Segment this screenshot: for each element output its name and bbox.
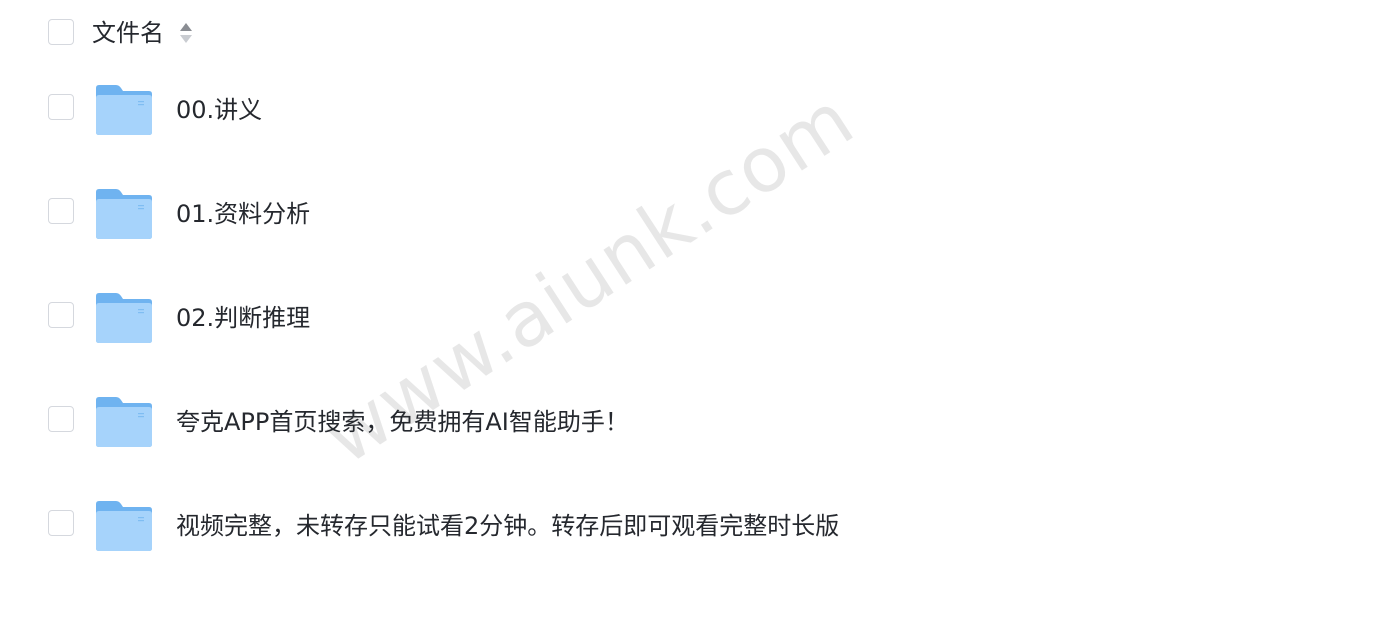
folder-name[interactable]: 00.讲义 (176, 92, 262, 128)
folder-icon (94, 82, 154, 138)
folder-name[interactable]: 夸克APP首页搜索，免费拥有AI智能助手！ (176, 404, 629, 440)
folder-row[interactable]: 01.资料分析 (0, 164, 1384, 268)
folder-row[interactable]: 视频完整，未转存只能试看2分钟。转存后即可观看完整时长版 (0, 476, 1384, 580)
folder-name[interactable]: 01.资料分析 (176, 196, 310, 232)
row-checkbox[interactable] (48, 198, 74, 224)
list-header: 文件名 (0, 0, 1384, 66)
folder-name[interactable]: 02.判断推理 (176, 300, 310, 336)
row-checkbox[interactable] (48, 94, 74, 120)
folder-row[interactable]: 夸克APP首页搜索，免费拥有AI智能助手！ (0, 372, 1384, 476)
column-header-filename[interactable]: 文件名 (92, 16, 164, 50)
folder-icon (94, 498, 154, 554)
row-checkbox[interactable] (48, 510, 74, 536)
row-checkbox[interactable] (48, 302, 74, 328)
sort-icon[interactable] (179, 21, 193, 45)
folder-row[interactable]: 02.判断推理 (0, 268, 1384, 372)
file-list: 文件名 00.讲义 01.资料分析 02.判断推理 夸克APP首页搜索，免费拥有… (0, 0, 1384, 622)
folder-icon (94, 186, 154, 242)
folder-row[interactable]: 00.讲义 (0, 60, 1384, 164)
row-checkbox[interactable] (48, 406, 74, 432)
folder-name[interactable]: 视频完整，未转存只能试看2分钟。转存后即可观看完整时长版 (176, 508, 839, 544)
select-all-checkbox[interactable] (48, 19, 74, 45)
folder-icon (94, 394, 154, 450)
folder-icon (94, 290, 154, 346)
